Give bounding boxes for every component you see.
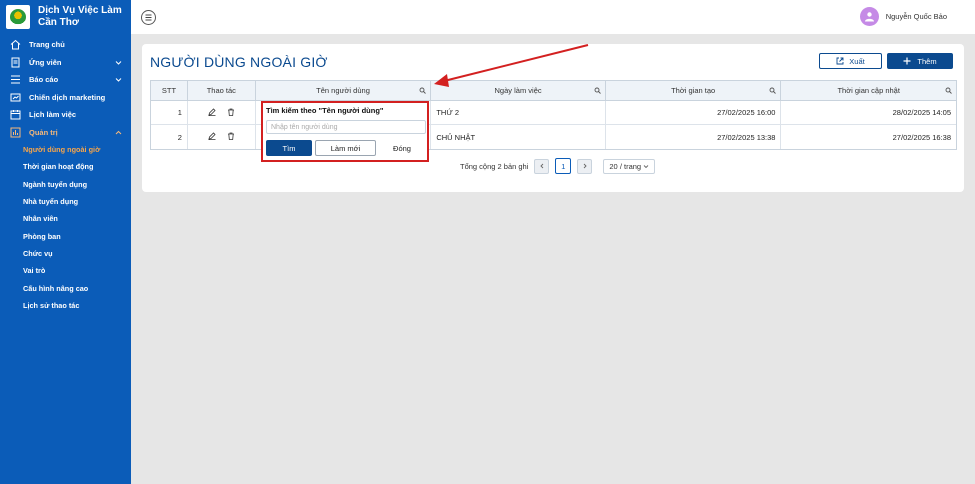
brand-logo [6,5,30,29]
sidebar-subitem-roles[interactable]: Vai trò [0,262,131,279]
current-page[interactable]: 1 [555,158,572,174]
user-icon [864,12,874,22]
top-bar: Nguyễn Quốc Bảo [131,0,975,34]
home-icon [10,39,21,50]
pagination: Tổng cộng 2 bản ghi 1 20 / trang [460,158,656,174]
close-button[interactable]: Đóng [378,140,426,156]
cell-updated: 27/02/2025 16:38 [892,132,952,142]
calendar-icon [10,109,21,120]
column-header-actions: Thao tác [187,81,256,101]
sidebar-item-label: Trang chủ [29,40,65,50]
sidebar-item-label: Chiến dịch marketing [29,92,106,102]
sidebar-subitem-overtime-users[interactable]: Người dùng ngoài giờ [0,141,131,158]
cell-updated: 28/02/2025 14:05 [781,101,957,125]
username-search-input[interactable]: Nhập tên người dùng [266,120,426,134]
column-header-label: Tên người dùng [316,86,370,95]
pagination-total: Tổng cộng 2 bản ghi [460,161,529,171]
search-icon[interactable] [769,87,777,96]
menu-icon [145,14,152,21]
chevron-down-icon [115,76,122,85]
delete-icon[interactable] [227,108,235,118]
campaign-icon [10,92,21,103]
sidebar: Dịch Vụ Việc Làm Cần Thơ Trang chủ Ứng v… [0,0,131,484]
edit-icon[interactable] [208,132,216,142]
cell-workday: CHỦ NHẬT [431,125,606,149]
cell-created: 27/02/2025 16:00 [605,101,782,125]
sidebar-item-reports[interactable]: Báo cáo [0,71,131,89]
avatar [859,7,879,26]
brand-line-2: Cần Thơ [38,17,79,28]
sidebar-item-label: Báo cáo [29,75,59,85]
reset-button[interactable]: Làm mới [315,140,376,156]
chevron-right-icon [583,163,587,169]
popup-title: Tìm kiếm theo "Tên người dùng" [266,106,384,115]
sidebar-subitem-industries[interactable]: Ngành tuyển dụng [0,176,131,193]
chevron-up-icon [115,129,122,138]
cell-created: 27/02/2025 13:38 [606,125,782,149]
chevron-left-icon [540,163,544,169]
column-header-label: Ngày làm việc [494,86,542,95]
sidebar-item-admin[interactable]: Quản trị [0,124,131,142]
next-page-button[interactable] [577,158,593,174]
column-header-stt: STT [151,81,188,101]
user-name: Nguyễn Quốc Bảo [885,12,947,21]
add-label: Thêm [917,56,937,66]
sidebar-item-label: Lịch làm việc [29,110,77,120]
export-button[interactable]: Xuất [819,53,882,69]
cell-stt: 2 [151,125,188,149]
column-header-label: Thời gian tạo [671,86,716,95]
page-size-value: 20 / trang [609,161,642,171]
column-header-created: Thời gian tạo [605,81,782,101]
sidebar-item-label: Ứng viên [29,57,62,67]
delete-icon[interactable] [227,132,235,142]
search-icon[interactable] [594,87,601,96]
export-icon [836,57,844,65]
menu-toggle-button[interactable] [141,10,156,25]
edit-icon[interactable] [208,107,216,118]
chevron-down-icon [644,164,649,168]
sidebar-subitem-activity-log[interactable]: Lịch sử thao tác [0,297,131,314]
column-header-username: Tên người dùng [255,81,432,101]
sidebar-item-label: Quản trị [29,127,58,137]
brand-line-1: Dịch Vụ Việc Làm [38,5,122,16]
sidebar-subitem-departments[interactable]: Phòng ban [0,227,131,244]
search-icon[interactable] [419,87,427,96]
sidebar-subitem-operating-time[interactable]: Thời gian hoạt động [0,158,131,175]
plus-icon [903,57,911,65]
cell-workday: THỨ 2 [431,101,606,125]
add-button[interactable]: Thêm [887,53,953,69]
table-header-row: STT Thao tác Tên người dùng Ngày làm việ… [151,81,956,101]
sidebar-nav: Trang chủ Ứng viên Báo cáo Chiến dịch ma… [0,36,131,314]
search-button[interactable]: Tìm [266,140,312,156]
page-size-select[interactable]: 20 / trang [603,158,656,174]
sidebar-subitem-employers[interactable]: Nhà tuyển dụng [0,193,131,210]
list-icon [10,74,21,85]
cell-actions [188,125,256,149]
cell-stt: 1 [151,101,188,125]
brand[interactable]: Dịch Vụ Việc Làm Cần Thơ [0,0,131,34]
sidebar-item-home[interactable]: Trang chủ [0,36,131,54]
sidebar-item-schedule[interactable]: Lịch làm việc [0,106,131,124]
search-icon[interactable] [945,87,952,96]
sidebar-item-marketing[interactable]: Chiến dịch marketing [0,89,131,107]
page-title: NGƯỜI DÙNG NGOÀI GIỜ [150,54,328,70]
sidebar-item-candidates[interactable]: Ứng viên [0,54,131,72]
sidebar-subitem-staff[interactable]: Nhân viên [0,210,131,227]
admin-icon [10,127,21,138]
chevron-down-icon [115,59,122,68]
column-search-popup: Tìm kiếm theo "Tên người dùng" Nhập tên … [261,101,429,162]
export-label: Xuất [849,56,865,66]
sidebar-subitem-advanced-config[interactable]: Cấu hình nâng cao [0,279,131,296]
document-icon [10,57,21,68]
cell-actions [187,101,256,125]
column-header-workday: Ngày làm việc [431,81,606,101]
sidebar-subitem-positions[interactable]: Chức vụ [0,245,131,262]
prev-page-button[interactable] [534,158,550,174]
user-menu[interactable]: Nguyễn Quốc Bảo [859,7,947,26]
column-header-updated: Thời gian cập nhật [781,81,956,101]
column-header-label: Thời gian cập nhật [837,86,900,95]
